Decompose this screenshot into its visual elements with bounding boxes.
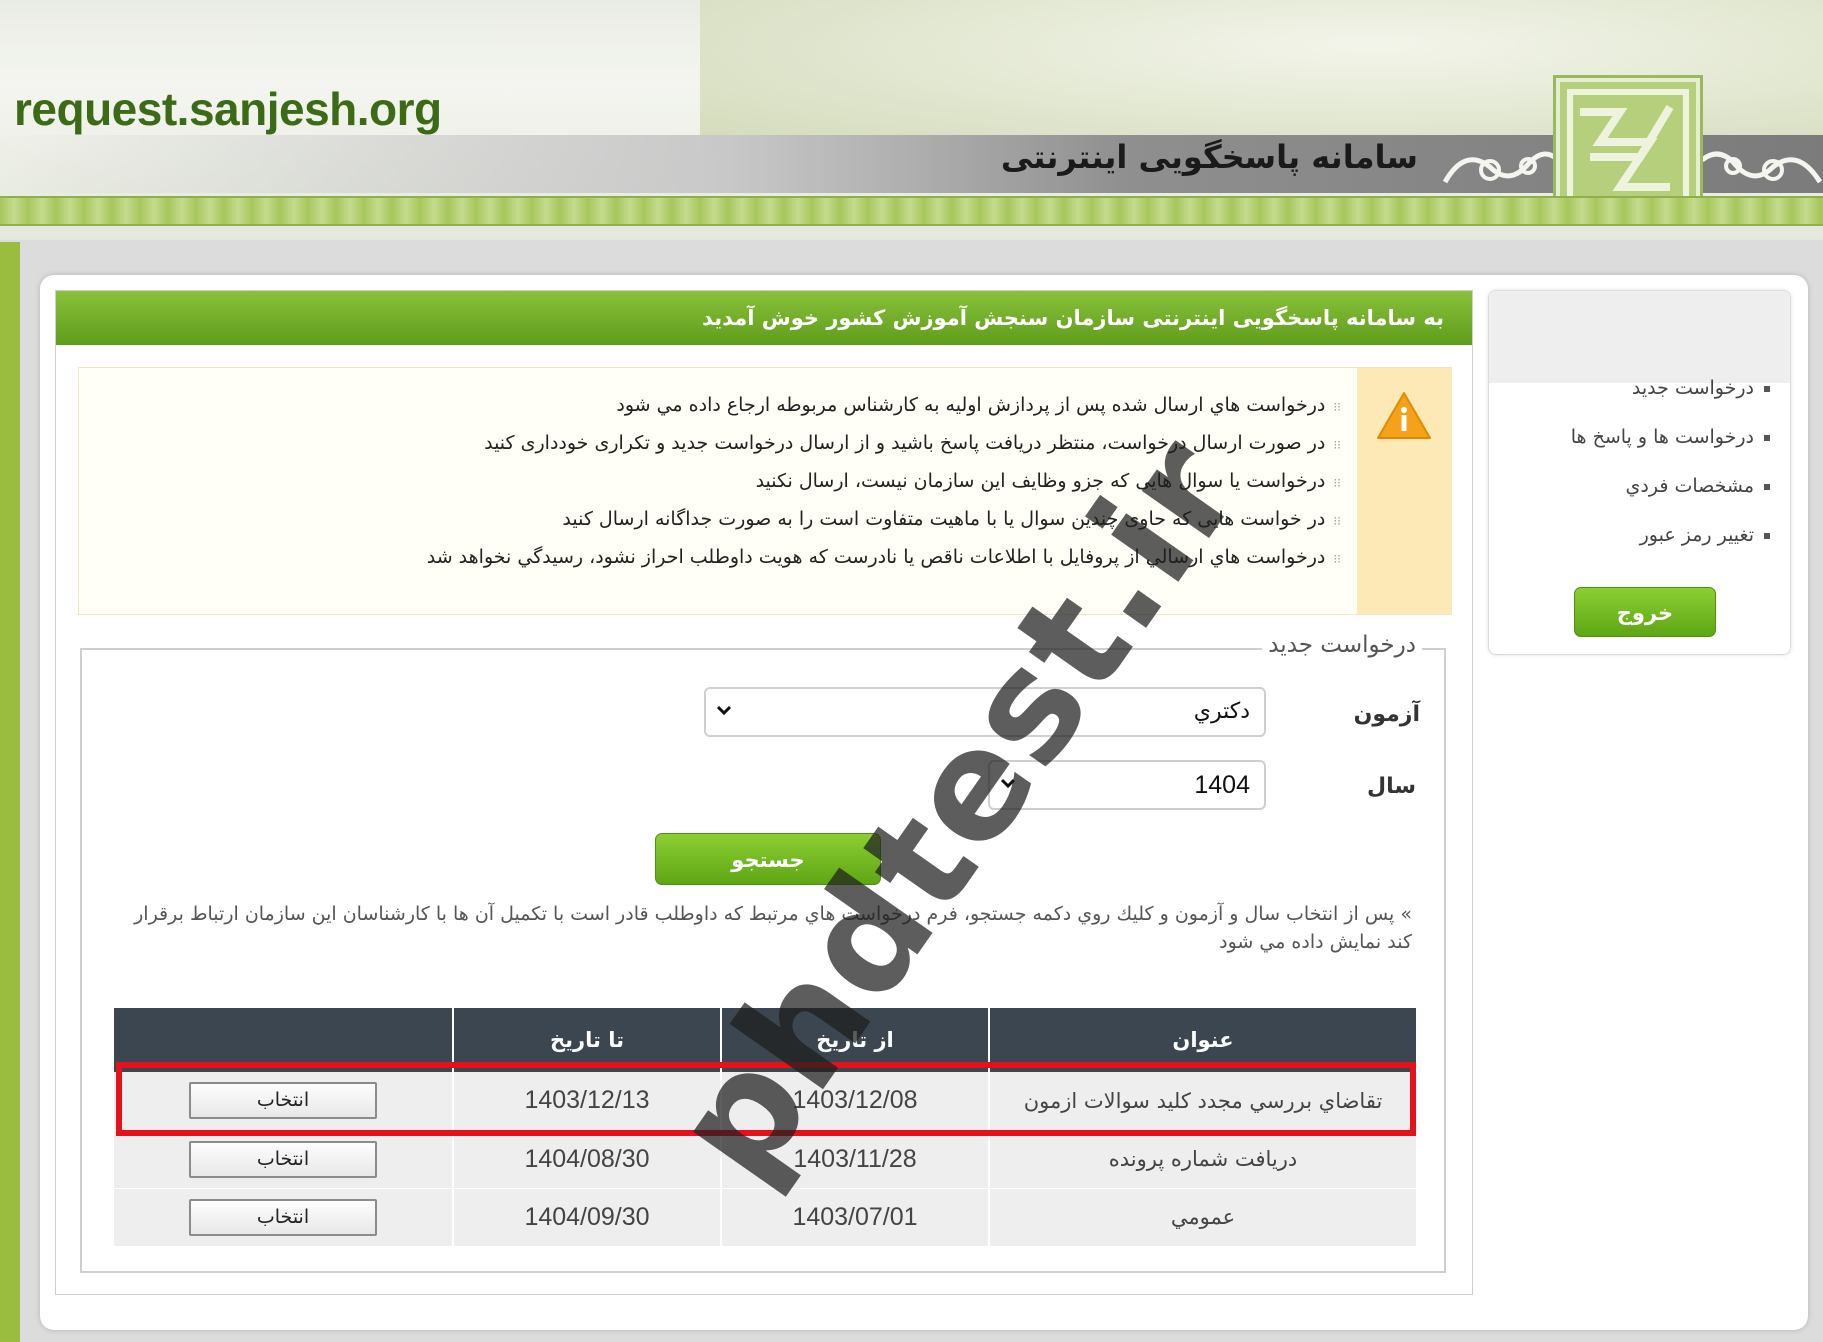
list-marker-icon: ⁝⁝ — [1333, 552, 1341, 566]
welcome-banner: به سامانه پاسخگویی اینترنتی سازمان سنجش … — [56, 291, 1472, 345]
warning-icon — [1377, 392, 1431, 439]
select-button[interactable]: انتخاب — [189, 1198, 377, 1236]
row-action-cell: انتخاب — [114, 1188, 453, 1247]
new-request-fieldset: درخواست جديد آزمون دكتري سال 1404 جستجو … — [80, 632, 1446, 1273]
row-from-date: 1403/11/28 — [720, 1130, 989, 1189]
sidebar-item-label: درخواست جديد — [1631, 377, 1754, 399]
row-title: عمومي — [988, 1188, 1416, 1247]
notice-text: درخواست هاي ارسالي از پروفايل با اطلاعات… — [426, 546, 1326, 568]
bullet-icon — [1764, 532, 1770, 539]
fieldset-legend: درخواست جديد — [1262, 632, 1422, 658]
notice-box: ⁝⁝ درخواست هاي ارسال شده پس از پردازش اول… — [78, 367, 1452, 615]
search-button[interactable]: جستجو — [655, 833, 881, 885]
request-types-table: عنوان از تاريخ تا تاريخ تقاضاي بررسي مجد… — [114, 1008, 1416, 1247]
notice-text: در خواست هایی که حاوی چندین سوال یا با م… — [562, 508, 1326, 530]
row-to-date: 1404/09/30 — [452, 1188, 721, 1247]
select-button[interactable]: انتخاب — [189, 1082, 377, 1120]
exam-label: آزمون — [1353, 702, 1420, 727]
list-marker-icon: ⁝⁝ — [1333, 438, 1341, 452]
sidebar-item-profile[interactable]: مشخصات فردي — [1489, 471, 1770, 520]
help-text: » پس از انتخاب سال و آزمون و كليك روي دك… — [134, 903, 1412, 953]
column-header-from-date: از تاريخ — [720, 1008, 989, 1072]
warning-column — [1357, 368, 1451, 614]
list-marker-icon: ⁝⁝ — [1333, 476, 1341, 490]
year-select[interactable]: 1404 — [988, 760, 1266, 810]
notice-list: ⁝⁝ درخواست هاي ارسال شده پس از پردازش اول… — [427, 386, 1341, 576]
sidebar-item-label: تغيير رمز عبور — [1639, 524, 1754, 546]
list-marker-icon: ⁝⁝ — [1333, 400, 1341, 414]
row-action-cell: انتخاب — [114, 1072, 453, 1131]
exit-button[interactable]: خروج — [1574, 587, 1716, 637]
sidebar-header — [1489, 291, 1790, 383]
sidebar-item-new-request[interactable]: درخواست جديد — [1489, 373, 1770, 422]
system-title: سامانه پاسخگویی اینترنتی — [1000, 138, 1418, 176]
notice-text: درخواست یا سوال هایی که جزو وظایف این سا… — [755, 470, 1326, 492]
column-header-title: عنوان — [988, 1008, 1416, 1072]
row-to-date: 1403/12/13 — [452, 1072, 721, 1131]
sidebar-menu: درخواست جديد درخواست ها و پاسخ ها مشخصات… — [1489, 373, 1790, 569]
column-header-action — [114, 1008, 453, 1072]
row-action-cell: انتخاب — [114, 1130, 453, 1189]
column-header-to-date: تا تاريخ — [452, 1008, 721, 1072]
select-button[interactable]: انتخاب — [189, 1140, 377, 1178]
year-select-value: 1404 — [1194, 771, 1250, 799]
row-title: دريافت شماره پرونده — [988, 1130, 1416, 1189]
table-row: دريافت شماره پرونده 1403/11/28 1404/08/3… — [114, 1130, 1416, 1189]
notice-item: ⁝⁝ درخواست هاي ارسالي از پروفايل با اطلاع… — [427, 538, 1341, 576]
bullet-icon — [1764, 483, 1770, 490]
sidebar-item-label: مشخصات فردي — [1625, 475, 1754, 497]
notice-item: ⁝⁝ درخواست یا سوال هایی که جزو وظایف این … — [427, 462, 1341, 500]
row-to-date: 1404/08/30 — [452, 1130, 721, 1189]
sidebar-item-requests-answers[interactable]: درخواست ها و پاسخ ها — [1489, 422, 1770, 471]
exam-select[interactable]: دكتري — [704, 687, 1266, 737]
bullet-icon — [1764, 434, 1770, 441]
notice-text: در صورت ارسال درخواست، منتظر دریافت پاسخ… — [484, 432, 1326, 454]
left-accent-bar — [0, 242, 20, 1342]
site-url: request.sanjesh.org — [14, 83, 442, 135]
bullet-icon — [1764, 385, 1770, 392]
list-marker-icon: ⁝⁝ — [1333, 514, 1341, 528]
notice-item: ⁝⁝ در خواست هایی که حاوی چندین سوال یا با… — [427, 500, 1341, 538]
row-title: تقاضاي بررسي مجدد كليد سوالات ازمون — [988, 1072, 1416, 1131]
chevron-down-icon — [716, 705, 732, 716]
notice-text: درخواست هاي ارسال شده پس از پردازش اوليه… — [616, 394, 1326, 416]
ornament-icon — [1442, 151, 1560, 184]
ornament-icon — [1700, 151, 1823, 184]
site-header: request.sanjesh.org سامانه پاسخگویی اینت… — [0, 0, 1823, 240]
table-header-row: عنوان از تاريخ تا تاريخ — [114, 1008, 1416, 1072]
notice-item: ⁝⁝ درخواست هاي ارسال شده پس از پردازش اول… — [427, 386, 1341, 424]
decorative-strip — [0, 196, 1823, 226]
table-row: عمومي 1403/07/01 1404/09/30 انتخاب — [114, 1188, 1416, 1247]
notice-item: ⁝⁝ در صورت ارسال درخواست، منتظر دریافت پا… — [427, 424, 1341, 462]
exam-select-value: دكتري — [1193, 699, 1250, 724]
chevron-down-icon — [1000, 778, 1016, 789]
row-from-date: 1403/12/08 — [720, 1072, 989, 1131]
sidebar-item-label: درخواست ها و پاسخ ها — [1570, 426, 1754, 448]
year-label: سال — [1367, 774, 1416, 799]
sidebar: درخواست جديد درخواست ها و پاسخ ها مشخصات… — [1488, 290, 1791, 655]
content-box: به سامانه پاسخگویی اینترنتی سازمان سنجش … — [55, 290, 1473, 1295]
row-from-date: 1403/07/01 — [720, 1188, 989, 1247]
table-row: تقاضاي بررسي مجدد كليد سوالات ازمون 1403… — [114, 1072, 1416, 1131]
sidebar-item-change-password[interactable]: تغيير رمز عبور — [1489, 520, 1770, 569]
